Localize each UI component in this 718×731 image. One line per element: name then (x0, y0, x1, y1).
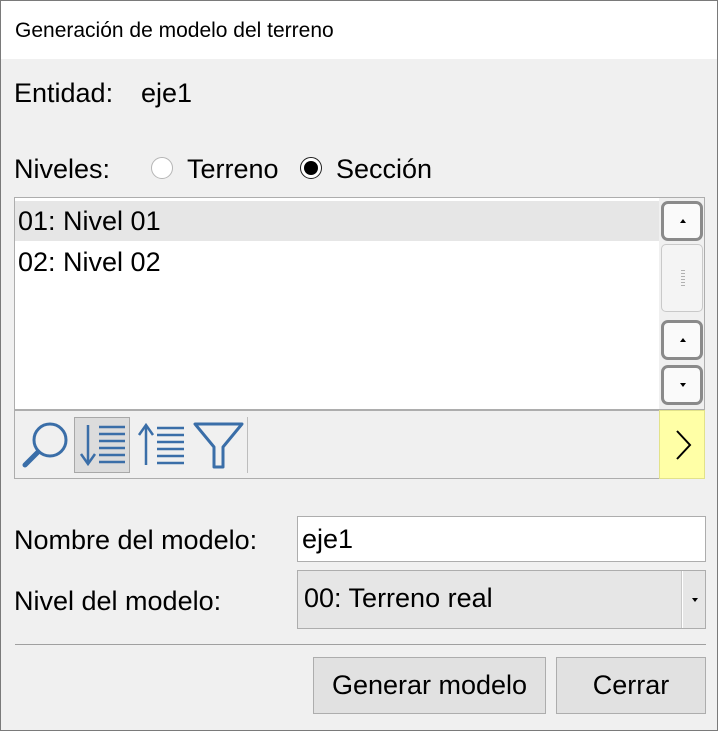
sort-descending-button[interactable] (74, 417, 130, 473)
toolbar-more-button[interactable] (659, 410, 705, 479)
arrow-down-icon (680, 383, 686, 387)
list-toolbar (14, 410, 659, 479)
dialog-title: Generación de modelo del terreno (15, 19, 334, 42)
model-level-select[interactable]: 00: Terreno real (297, 570, 706, 629)
model-level-label: Nivel del modelo: (14, 586, 222, 616)
levels-list-scrollbar[interactable] (659, 197, 705, 410)
sort-ascending-button[interactable] (132, 417, 188, 473)
entity-value: eje1 (141, 78, 193, 108)
radio-terreno-label[interactable]: Terreno (187, 154, 279, 185)
search-icon (22, 422, 68, 468)
scroll-up-button[interactable] (661, 201, 703, 241)
arrow-up-icon (680, 219, 686, 223)
search-button[interactable] (17, 417, 73, 473)
grip-icon (681, 270, 685, 288)
chevron-right-icon (676, 430, 692, 460)
radio-seccion[interactable] (300, 157, 322, 179)
terrain-model-dialog: Generación de modelo del terreno Entidad… (0, 0, 718, 731)
model-name-input[interactable]: eje1 (297, 516, 706, 562)
filter-button[interactable] (190, 417, 246, 473)
scroll-down-button[interactable] (661, 365, 703, 405)
entity-label: Entidad: (14, 78, 114, 108)
model-name-label: Nombre del modelo: (14, 525, 258, 555)
levels-list[interactable]: 01: Nivel 01 02: Nivel 02 (14, 197, 659, 410)
select-divider (681, 571, 683, 628)
sort-ascending-icon (137, 422, 184, 465)
model-level-value: 00: Terreno real (304, 583, 493, 613)
list-item[interactable]: 01: Nivel 01 (15, 201, 659, 241)
generate-model-button[interactable]: Generar modelo (313, 657, 546, 714)
toolbar-separator (247, 417, 248, 473)
divider (15, 644, 706, 645)
levels-label: Niveles: (14, 154, 111, 184)
chevron-down-icon (692, 598, 698, 602)
scroll-thumb[interactable] (661, 244, 703, 312)
arrow-up-icon (680, 338, 686, 342)
title-bar: Generación de modelo del terreno (1, 1, 717, 59)
list-item[interactable]: 02: Nivel 02 (15, 242, 659, 282)
radio-terreno[interactable] (151, 157, 173, 179)
scroll-page-up-button[interactable] (661, 320, 703, 360)
filter-icon (193, 422, 244, 469)
radio-seccion-label[interactable]: Sección (336, 154, 432, 185)
sort-descending-icon (79, 425, 125, 467)
close-button[interactable]: Cerrar (556, 657, 706, 714)
